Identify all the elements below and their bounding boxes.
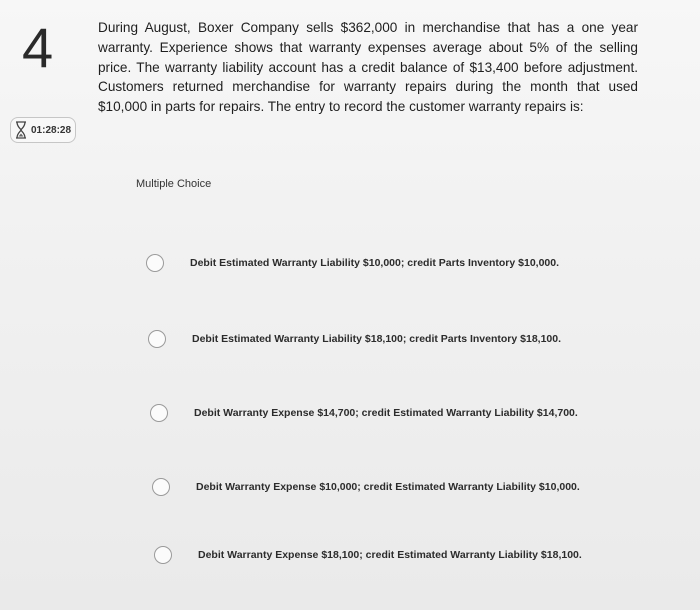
radio-button[interactable] [148,330,166,348]
question-type-label: Multiple Choice [136,178,212,190]
answer-option-2[interactable]: Debit Estimated Warranty Liability $18,1… [148,324,608,354]
answer-option-label: Debit Warranty Expense $14,700; credit E… [194,407,578,419]
question-number: 4 [22,16,54,79]
radio-button[interactable] [150,404,168,422]
hourglass-icon [15,121,27,139]
timer-badge[interactable]: 01:28:28 [10,117,76,143]
question-text: During August, Boxer Company sells $362,… [98,20,638,115]
answer-option-3[interactable]: Debit Warranty Expense $14,700; credit E… [150,398,610,428]
answer-option-label: Debit Estimated Warranty Liability $10,0… [190,257,560,269]
answer-option-4[interactable]: Debit Warranty Expense $10,000; credit E… [152,472,612,502]
radio-button[interactable] [146,254,164,272]
answer-option-label: Debit Warranty Expense $18,100; credit E… [198,549,582,561]
radio-button[interactable] [152,478,170,496]
timer-text: 01:28:28 [31,124,72,136]
answer-option-label: Debit Warranty Expense $10,000; credit E… [196,481,580,493]
answer-option-1[interactable]: Debit Estimated Warranty Liability $10,0… [146,248,606,278]
radio-button[interactable] [154,546,172,564]
answer-option-5[interactable]: Debit Warranty Expense $18,100; credit E… [154,540,614,570]
answer-option-label: Debit Estimated Warranty Liability $18,1… [192,333,562,345]
